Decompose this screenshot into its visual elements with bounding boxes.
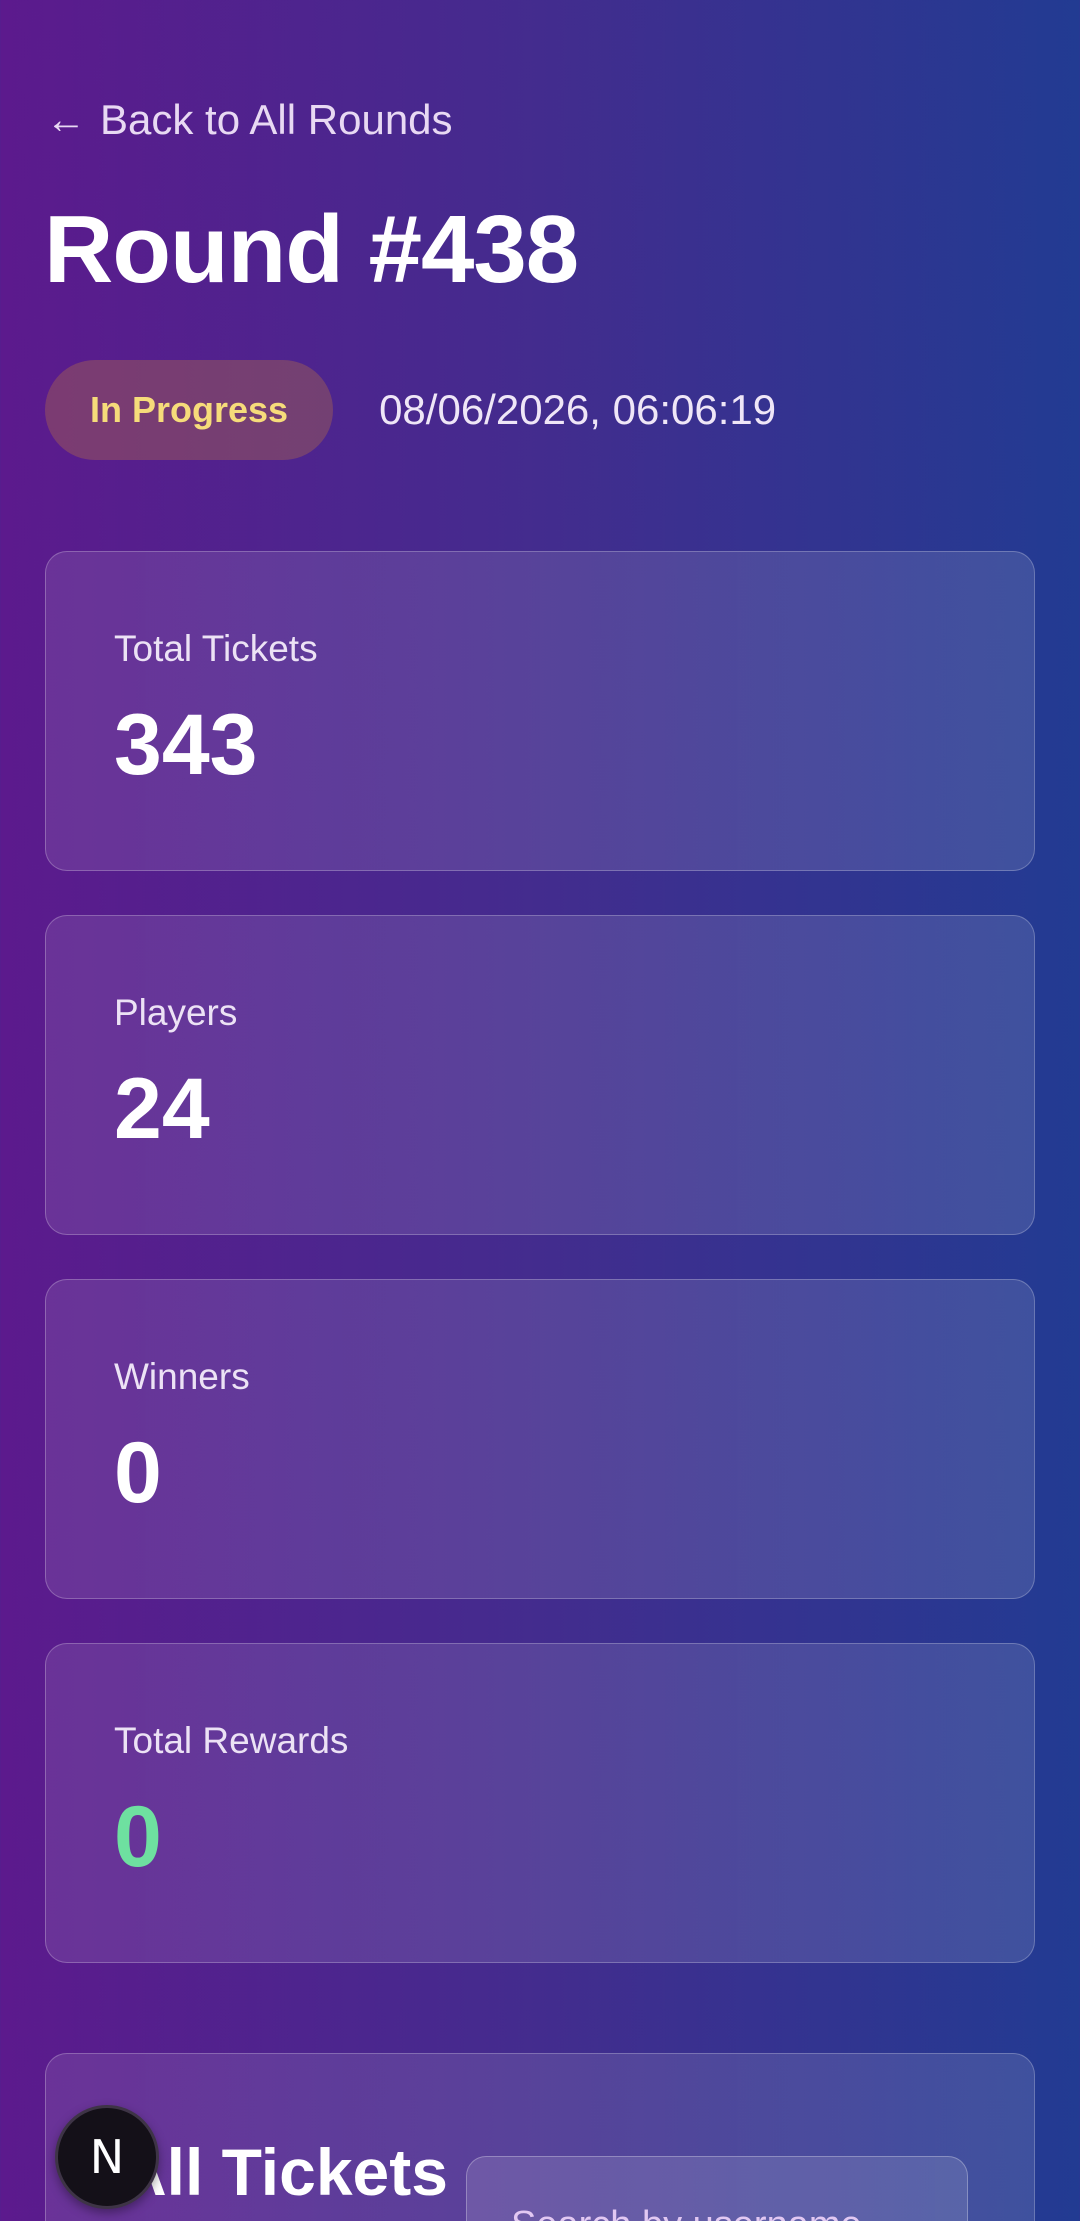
stat-label: Total Tickets: [114, 628, 318, 669]
back-link-label: Back to All Rounds: [100, 96, 453, 143]
round-status-row: In Progress 08/06/2026, 06:06:19: [45, 360, 776, 460]
all-tickets-section: All Tickets: [45, 2053, 1035, 2221]
stat-value: 343: [114, 697, 258, 793]
stat-value: 24: [114, 1061, 210, 1157]
stat-label: Winners: [114, 1356, 250, 1397]
stat-card-winners: Winners 0: [45, 1279, 1035, 1599]
stat-card-players: Players 24: [45, 915, 1035, 1235]
round-timestamp: 08/06/2026, 06:06:19: [379, 386, 777, 433]
stat-label: Total Rewards: [114, 1720, 349, 1761]
all-tickets-title: All Tickets: [119, 2135, 448, 2209]
status-badge: In Progress: [45, 360, 334, 460]
stat-card-total-rewards: Total Rewards 0: [45, 1643, 1035, 1963]
page-title: Round #438: [44, 196, 579, 303]
stat-card-total-tickets: Total Tickets 343: [45, 551, 1035, 871]
stat-value: 0: [114, 1425, 162, 1521]
stat-value-rewards: 0: [114, 1789, 162, 1885]
stat-label: Players: [114, 992, 238, 1033]
back-to-all-rounds-link[interactable]: ← Back to All Rounds: [46, 96, 453, 144]
next-logo-icon[interactable]: N: [55, 2105, 159, 2209]
back-arrow-icon: ←: [46, 98, 86, 142]
fab-label: N: [89, 2130, 125, 2184]
search-by-username-input[interactable]: [466, 2156, 968, 2221]
